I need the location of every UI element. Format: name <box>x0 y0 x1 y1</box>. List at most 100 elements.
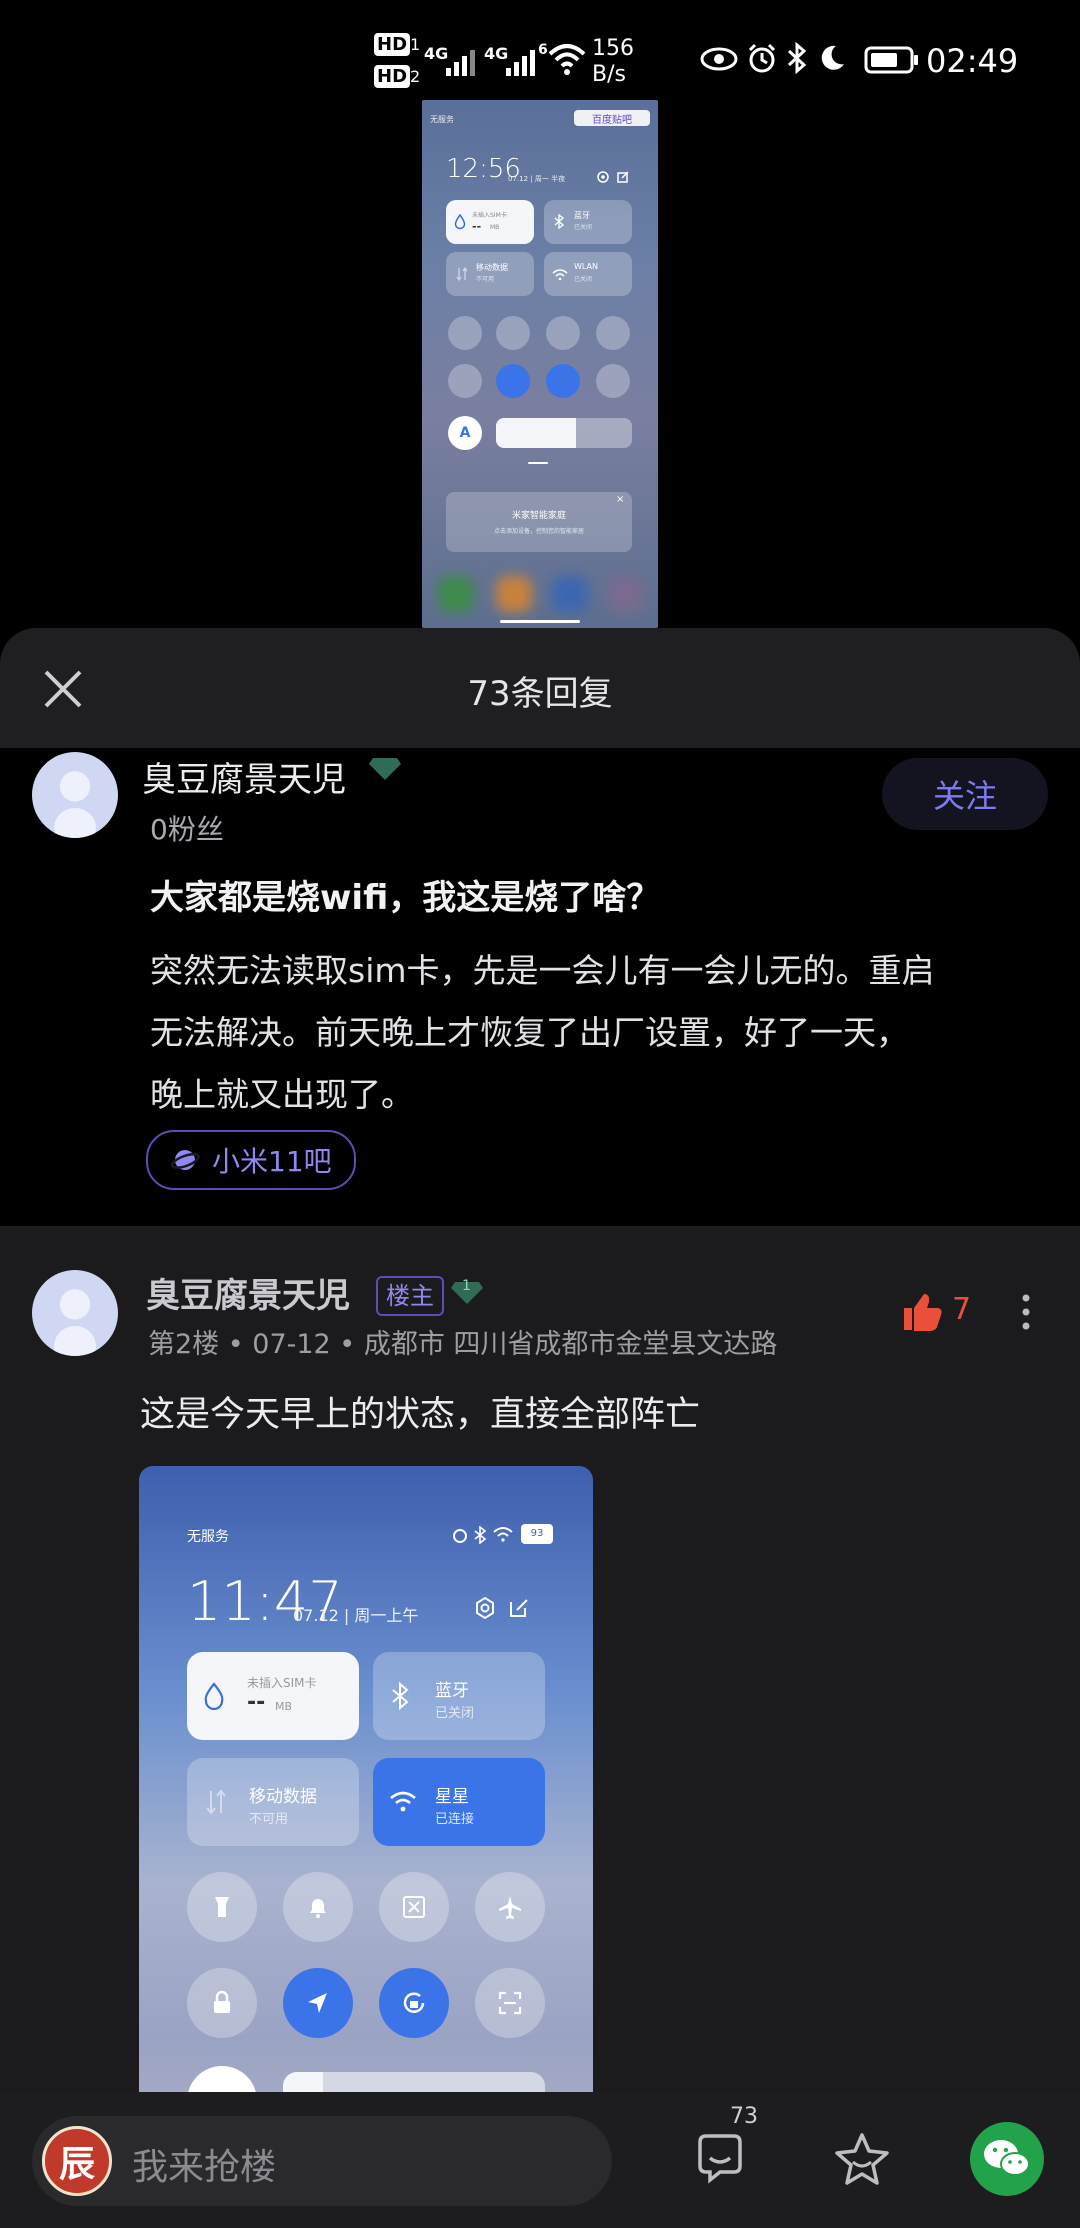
more-vertical-icon[interactable] <box>1016 1292 1036 1332</box>
forum-tag[interactable]: 小米11吧 <box>146 1130 356 1190</box>
post-body: 突然无法读取sim卡，先是一会儿有一会儿无的。重启 无法解决。前天晚上才恢复了出… <box>150 940 935 1126</box>
signal-icon: 4G <box>424 44 475 76</box>
bluetooth-icon <box>474 1526 487 1544</box>
tile-subtitle: 不可用 <box>476 276 495 283</box>
tile-mobile-data: 移动数据 不可用 <box>446 252 534 296</box>
tile-unit: MB <box>275 1700 293 1713</box>
avatar[interactable] <box>32 752 118 838</box>
replies-sheet-header: 73条回复 <box>0 628 1080 748</box>
post-username[interactable]: 臭豆腐景天児 <box>142 752 346 801</box>
tile-mobile-data-usage: 未插入SIM卡 -- MB <box>187 1652 359 1740</box>
star-favorite-icon[interactable] <box>832 2130 892 2190</box>
bottom-bar: 辰 我来抢楼 73 <box>0 2092 1080 2228</box>
post-body-line: 无法解决。前天晚上才恢复了出厂设置，好了一天， <box>150 1013 909 1052</box>
alarm-icon <box>453 1529 467 1543</box>
sim-index: 1 <box>410 35 421 54</box>
card-subtitle: 点击添加设备，控制您的智能家居 <box>493 528 584 535</box>
forum-tag-label: 小米11吧 <box>212 1145 332 1178</box>
bluetooth-icon <box>392 1682 409 1710</box>
water-drop-icon <box>454 214 466 230</box>
tile-subtitle: 已关闭 <box>435 1706 475 1721</box>
reply-text: 这是今天早上的状态，直接全部阵亡 <box>140 1395 701 1435</box>
tile-value: -- <box>472 220 482 233</box>
screenshot-icon <box>546 316 580 350</box>
wechat-share-button[interactable] <box>970 2122 1044 2196</box>
tile-bluetooth: 蓝牙 已关闭 <box>373 1652 545 1740</box>
wechat-icon <box>984 2140 1030 2176</box>
rotation-glyph <box>403 1992 425 2013</box>
hd-badge: HD <box>374 33 411 56</box>
eye-icon <box>700 47 738 71</box>
battery-icon <box>864 46 918 74</box>
navigation-glyph <box>308 1993 327 2013</box>
auto-label: A <box>459 425 471 441</box>
drag-handle <box>528 462 548 464</box>
follow-button[interactable]: 关注 <box>882 758 1048 830</box>
blurred-dock <box>432 566 648 626</box>
battery-level: 93 <box>530 1528 544 1539</box>
comment-count: 73 <box>730 2104 758 2129</box>
speed-value: 156 <box>592 36 634 61</box>
sim2-indicator: HD 2 <box>374 65 421 88</box>
follow-label: 关注 <box>932 777 997 815</box>
bell-glyph <box>310 1899 326 1918</box>
level-gem-icon <box>369 758 401 780</box>
net-speed: 156 B/s <box>592 36 634 88</box>
bluetooth-icon <box>554 214 564 230</box>
post-body-line: 晚上就又出现了。 <box>150 1075 414 1114</box>
lock-icon <box>448 364 482 398</box>
data-arrows-icon <box>206 1789 226 1815</box>
post-image-preview[interactable]: 无服务 百度贴吧 12:56 07.12 | 周一 半夜 未插入SIM卡 -- … <box>422 100 658 628</box>
tile-title: 星星 <box>435 1787 469 1807</box>
scan-icon <box>596 364 630 398</box>
like-count: 7 <box>952 1292 972 1327</box>
settings-icon <box>476 1596 494 1620</box>
avatar: 辰 <box>42 2126 112 2196</box>
sim-index: 2 <box>410 67 421 86</box>
tile-subtitle: 已连接 <box>435 1812 475 1827</box>
reply-username[interactable]: 臭豆腐景天児 <box>146 1268 350 1317</box>
tile-title: 移动数据 <box>476 263 508 272</box>
reply-input[interactable]: 辰 我来抢楼 <box>32 2116 612 2206</box>
avatar[interactable] <box>32 1270 118 1356</box>
date-text: 07.12 | 周一 半夜 <box>508 175 566 183</box>
tile-label: 未插入SIM卡 <box>247 1676 317 1690</box>
bluetooth-icon <box>787 42 807 74</box>
avatar-char: 辰 <box>58 2143 95 2185</box>
tile-title: 移动数据 <box>249 1787 317 1807</box>
op-badge: 楼主 <box>376 1276 444 1316</box>
tile-mobile-data-usage: 未插入SIM卡 -- MB <box>446 200 534 244</box>
edit-icon <box>510 1599 528 1617</box>
wifi-icon <box>552 269 568 280</box>
brightness-slider <box>496 418 632 448</box>
close-icon: × <box>616 494 625 505</box>
tile-label: 未插入SIM卡 <box>472 212 507 219</box>
tile-subtitle: 已关闭 <box>574 276 593 283</box>
edit-icon <box>617 171 629 183</box>
wifi-icon <box>390 1791 416 1812</box>
flashlight-glyph <box>215 1897 229 1917</box>
data-arrows-icon <box>456 266 468 282</box>
comment-button[interactable]: 73 <box>692 2104 758 2190</box>
tile-wlan: WLAN 已关闭 <box>544 252 632 296</box>
wifi-icon <box>493 1527 513 1542</box>
level-gem-icon: 1 <box>450 1276 484 1308</box>
bell-icon <box>496 316 530 350</box>
planet-icon <box>170 1150 200 1170</box>
thumbs-up-icon <box>904 1294 942 1331</box>
tile-mobile-data: 移动数据 不可用 <box>187 1758 359 1846</box>
flashlight-icon <box>448 316 482 350</box>
reply-meta: 第2楼 • 07-12 • 成都市 四川省成都市金堂县文达路 <box>148 1329 778 1360</box>
scissors-glyph <box>403 1896 425 1918</box>
tile-title: 蓝牙 <box>574 211 590 220</box>
scan-glyph <box>498 1991 522 2015</box>
no-service-text: 无服务 <box>430 115 454 124</box>
no-service-text: 无服务 <box>187 1529 229 1545</box>
tile-wifi: 星星 已连接 <box>373 1758 545 1846</box>
settings-icon <box>597 171 609 183</box>
like-button[interactable]: 7 <box>900 1290 971 1338</box>
watermark-logo: 百度贴吧 <box>574 110 650 126</box>
level-number: 1 <box>462 1278 471 1294</box>
home-indicator <box>500 620 580 623</box>
airplane-icon <box>596 316 630 350</box>
